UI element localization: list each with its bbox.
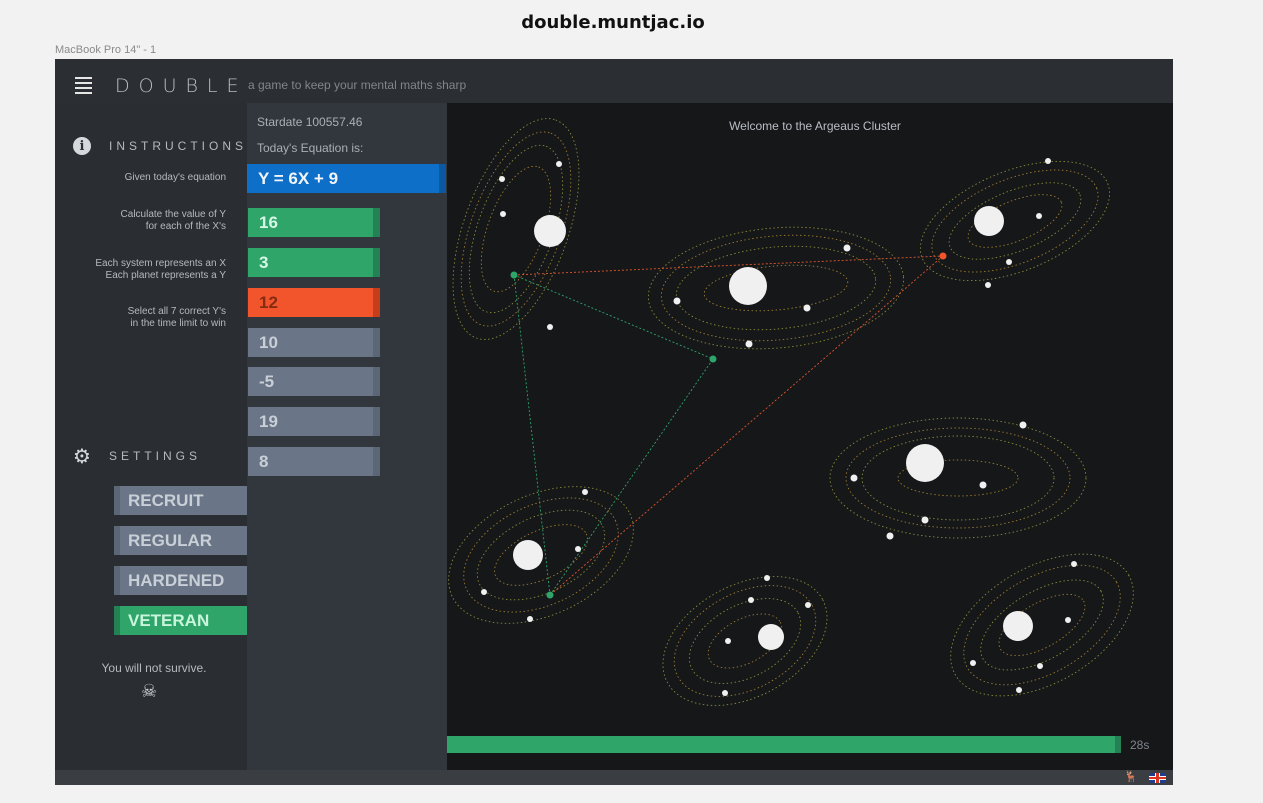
- answer-slot: 16: [248, 208, 380, 237]
- instructions-title: INSTRUCTIONS: [109, 139, 247, 153]
- instruction-item: Calculate the value of Y for each of the…: [121, 209, 226, 233]
- info-icon: i: [73, 137, 91, 155]
- answer-slot: 10: [248, 328, 380, 357]
- instruction-line: Select all 7 correct Y's: [127, 306, 226, 317]
- answer-slot: 8: [248, 447, 380, 476]
- settings-title: SETTINGS: [109, 449, 202, 463]
- equation-display: Y = 6X + 9: [247, 164, 446, 193]
- difficulty-veteran-button[interactable]: VETERAN: [114, 606, 248, 635]
- instructions-header: i INSTRUCTIONS: [73, 137, 247, 155]
- star-map-canvas[interactable]: [447, 103, 1173, 733]
- instruction-line: Each planet represents a Y: [105, 270, 226, 281]
- answer-slot: -5: [248, 367, 380, 396]
- hamburger-menu-icon[interactable]: [75, 77, 92, 94]
- star-map[interactable]: Welcome to the Argeaus Cluster 28s: [447, 103, 1173, 770]
- muntjac-icon: 🦌: [1124, 771, 1138, 783]
- instruction-line: Calculate the value of Y: [120, 209, 226, 220]
- top-bar: DOUBLE a game to keep your mental maths …: [55, 59, 1173, 103]
- gear-icon: ⚙: [73, 444, 91, 468]
- timer-text: 28s: [1130, 738, 1150, 752]
- timer-progress-bar: [447, 736, 1121, 753]
- brand-title: DOUBLE: [115, 75, 248, 97]
- instruction-item: Select all 7 correct Y's in the time lim…: [128, 306, 226, 330]
- difficulty-hardened-button[interactable]: HARDENED: [114, 566, 248, 595]
- difficulty-warning: You will not survive.: [101, 661, 207, 675]
- instruction-item: Given today's equation: [125, 172, 226, 184]
- answer-slot: 12: [248, 288, 380, 317]
- instruction-line: for each of the X's: [145, 221, 226, 232]
- answer-slot: 19: [248, 407, 380, 436]
- settings-header: ⚙ SETTINGS: [73, 446, 201, 466]
- instruction-line: Each system represents an X: [95, 258, 226, 269]
- skull-crossbones-icon: ☠: [141, 681, 158, 701]
- uk-flag-icon[interactable]: [1149, 773, 1166, 783]
- frame-label: MacBook Pro 14" - 1: [55, 44, 157, 56]
- site-title: double.muntjac.io: [521, 12, 705, 33]
- equation-panel: Stardate 100557.46 Today's Equation is: …: [247, 103, 447, 770]
- instruction-line: Given today's equation: [124, 172, 226, 183]
- difficulty-regular-button[interactable]: REGULAR: [114, 526, 248, 555]
- instruction-line: in the time limit to win: [130, 318, 226, 329]
- answer-slot: 3: [248, 248, 380, 277]
- sidebar: i INSTRUCTIONS Given today's equation Ca…: [55, 103, 248, 770]
- equation-label: Today's Equation is:: [257, 141, 364, 155]
- instruction-item: Each system represents an X Each planet …: [95, 258, 226, 282]
- stardate: Stardate 100557.46: [257, 115, 363, 129]
- app-window: DOUBLE a game to keep your mental maths …: [55, 59, 1173, 785]
- bottom-bar: 🦌: [55, 770, 1173, 785]
- difficulty-recruit-button[interactable]: RECRUIT: [114, 486, 248, 515]
- tagline: a game to keep your mental maths sharp: [248, 78, 467, 92]
